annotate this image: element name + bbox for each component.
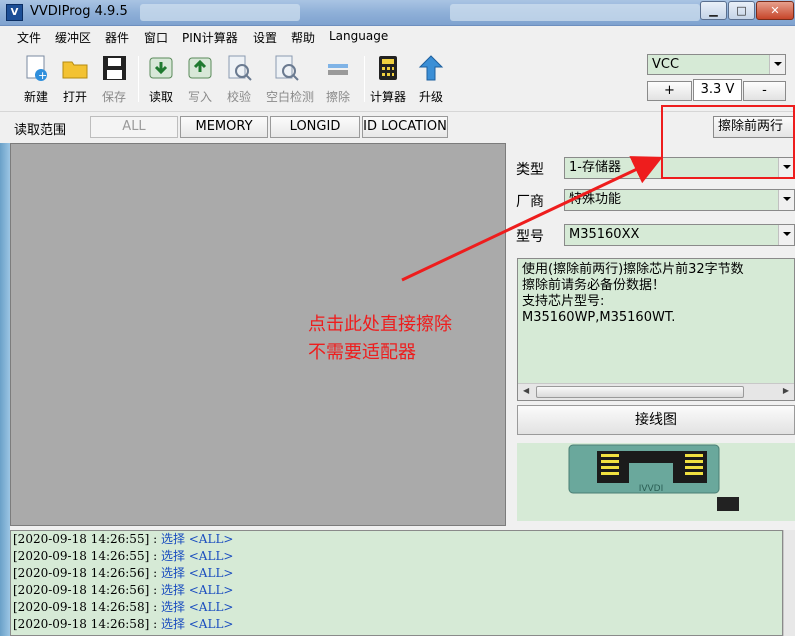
annotation-text: 点击此处直接擦除 不需要适配器 [308,314,452,363]
